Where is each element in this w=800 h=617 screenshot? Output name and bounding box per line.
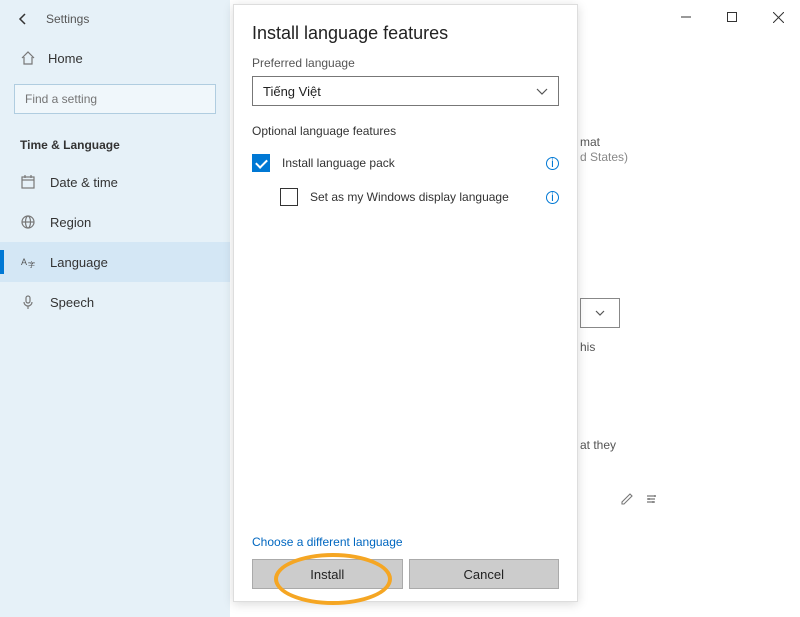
maximize-button[interactable] (718, 6, 746, 28)
category-title: Time & Language (0, 124, 230, 162)
window-controls (672, 6, 792, 28)
bg-text-fragment: his (580, 340, 595, 354)
set-display-language-checkbox[interactable] (280, 188, 298, 206)
minimize-button[interactable] (672, 6, 700, 28)
sidebar-item-region[interactable]: Region (0, 202, 230, 242)
bg-text-fragment: at they (580, 438, 616, 452)
bg-text-fragment: mat (580, 135, 600, 149)
preferred-language-label: Preferred language (252, 56, 559, 70)
choose-different-language-link[interactable]: Choose a different language (252, 535, 559, 549)
optional-features-label: Optional language features (252, 124, 559, 138)
home-icon (20, 50, 36, 66)
microphone-icon (20, 294, 36, 310)
calendar-icon (20, 174, 36, 190)
option-set-display-language: Set as my Windows display language i (280, 184, 559, 210)
dropdown-value: Tiếng Việt (263, 84, 321, 99)
install-language-pack-checkbox[interactable] (252, 154, 270, 172)
sidebar-item-label: Region (50, 215, 91, 230)
sidebar-item-label: Language (50, 255, 108, 270)
dialog-spacer (252, 210, 559, 535)
chevron-down-icon (536, 88, 548, 95)
info-icon[interactable]: i (546, 157, 559, 170)
sidebar-item-date-time[interactable]: Date & time (0, 162, 230, 202)
cancel-button[interactable]: Cancel (409, 559, 560, 589)
option-install-language-pack: Install language pack i (252, 150, 559, 176)
sidebar-header: Settings (0, 0, 230, 34)
svg-text:A: A (21, 257, 27, 267)
dialog-button-row: Install Cancel (252, 559, 559, 589)
bg-dropdown-partial[interactable] (580, 298, 620, 328)
edit-icon[interactable] (620, 492, 634, 506)
install-language-dialog: Install language features Preferred lang… (233, 4, 578, 602)
language-icon: A字 (20, 254, 36, 270)
svg-text:字: 字 (28, 260, 35, 269)
dialog-title: Install language features (252, 23, 559, 44)
search-box (14, 84, 216, 114)
close-button[interactable] (764, 6, 792, 28)
globe-icon (20, 214, 36, 230)
sidebar-item-label: Speech (50, 295, 94, 310)
install-button[interactable]: Install (252, 559, 403, 589)
search-input[interactable] (14, 84, 216, 114)
sidebar-item-speech[interactable]: Speech (0, 282, 230, 322)
preferred-language-dropdown[interactable]: Tiếng Việt (252, 76, 559, 106)
sidebar-item-label: Date & time (50, 175, 118, 190)
settings-sidebar: Settings Home Time & Language Date & tim… (0, 0, 230, 617)
options-icon[interactable] (644, 492, 658, 506)
sidebar-item-home[interactable]: Home (0, 42, 230, 74)
option-label: Install language pack (282, 156, 534, 170)
bg-icon-row (620, 492, 658, 506)
home-label: Home (48, 51, 83, 66)
info-icon[interactable]: i (546, 191, 559, 204)
back-arrow-icon[interactable] (16, 12, 30, 26)
sidebar-item-language[interactable]: A字 Language (0, 242, 230, 282)
option-label: Set as my Windows display language (310, 190, 534, 204)
chevron-down-icon (595, 310, 605, 316)
bg-text-fragment: d States) (580, 150, 628, 164)
app-title: Settings (46, 12, 89, 26)
